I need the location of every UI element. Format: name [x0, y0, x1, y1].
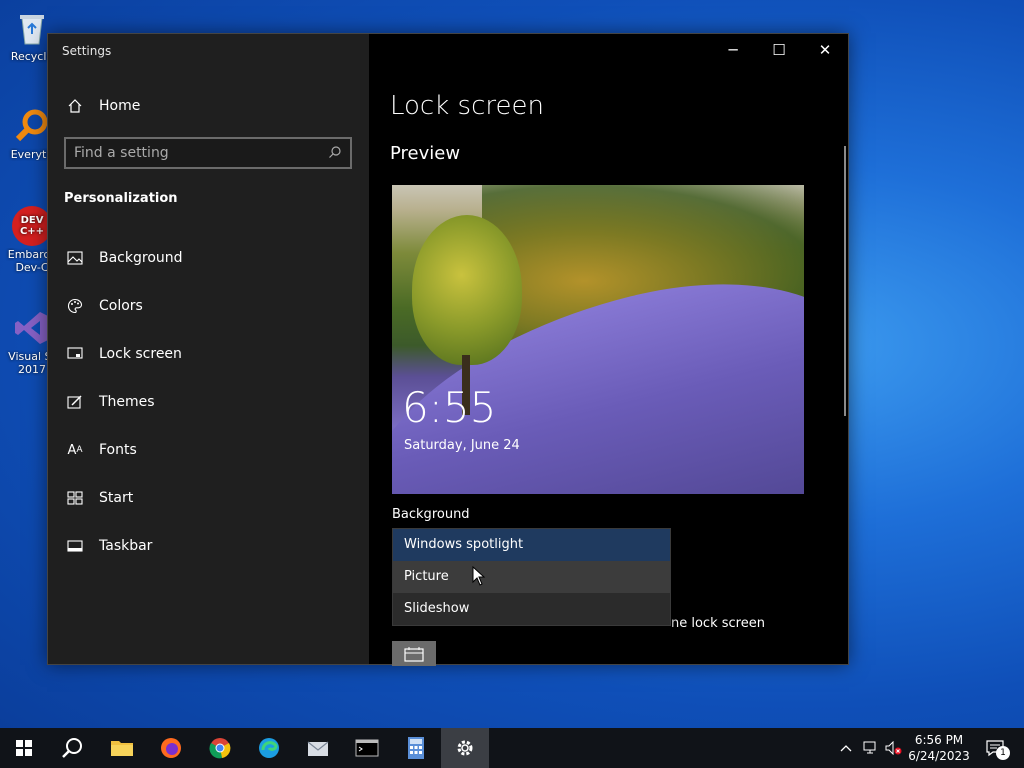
sidebar-item-colors[interactable]: Colors — [48, 286, 369, 326]
settings-content: ─ ☐ ✕ Lock screen Preview 6:55 Saturday,… — [369, 34, 848, 666]
find-setting-search[interactable] — [64, 137, 352, 169]
taskbar: 6:56 PM 6/24/2023 1 — [0, 728, 1024, 768]
firefox-icon — [161, 738, 181, 758]
close-button[interactable]: ✕ — [802, 34, 848, 66]
taskbar-search-button[interactable] — [48, 728, 96, 768]
clock-time: 6:56 PM — [914, 733, 964, 747]
mouse-cursor-icon — [472, 565, 486, 590]
network-tray-button[interactable] — [860, 728, 882, 768]
sidebar-item-label: Colors — [99, 298, 143, 314]
font-icon: AA — [67, 442, 83, 458]
calendar-icon — [404, 646, 424, 662]
dropdown-option-picture[interactable]: Picture — [393, 561, 670, 593]
background-label: Background — [392, 507, 470, 522]
brush-icon — [65, 392, 85, 412]
taskbar-edge[interactable] — [245, 728, 293, 768]
taskbar-terminal[interactable] — [343, 728, 391, 768]
search-icon[interactable] — [328, 144, 342, 163]
dropdown-option-windows-spotlight[interactable]: Windows spotlight — [393, 529, 670, 561]
preview-background-tree — [412, 215, 522, 365]
sidebar-item-start[interactable]: Start — [48, 478, 369, 518]
edge-icon — [259, 738, 279, 758]
sidebar-item-label: Themes — [99, 394, 155, 410]
taskbar-settings[interactable] — [441, 728, 489, 768]
taskbar-calculator[interactable] — [392, 728, 440, 768]
page-title: Lock screen — [390, 91, 544, 121]
mail-icon — [307, 741, 329, 756]
recycle-bin-icon — [12, 8, 52, 48]
devcpp-icon: DEV C++ — [12, 206, 52, 246]
sidebar-item-label: Background — [99, 250, 183, 266]
volume-muted-icon — [885, 741, 902, 755]
taskbar-icon — [65, 536, 85, 556]
chrome-icon — [209, 738, 231, 759]
partial-setting-text: ne lock screen — [671, 616, 765, 631]
monitor-icon — [65, 344, 85, 364]
search-input[interactable] — [74, 145, 328, 161]
picture-icon — [65, 248, 85, 268]
network-icon — [863, 741, 876, 754]
sidebar-item-label: Lock screen — [99, 346, 182, 362]
taskbar-clock[interactable]: 6:56 PM 6/24/2023 — [903, 732, 975, 764]
settings-window: Settings Home Personalization Background… — [47, 33, 849, 666]
everything-search-icon — [12, 106, 52, 146]
visual-studio-icon — [12, 308, 52, 348]
chevron-up-icon — [840, 745, 852, 752]
sidebar-item-label: Fonts — [99, 442, 137, 458]
preview-date: Saturday, June 24 — [404, 438, 520, 453]
nav-home[interactable]: Home — [48, 86, 369, 126]
file-explorer-icon — [111, 741, 133, 756]
sidebar-item-label: Taskbar — [99, 538, 153, 554]
sidebar-item-lock-screen[interactable]: Lock screen — [48, 334, 369, 374]
notification-center-button[interactable]: 1 — [978, 728, 1012, 768]
home-icon — [65, 96, 85, 116]
start-button[interactable] — [0, 728, 48, 768]
settings-icon — [457, 740, 473, 756]
sidebar-item-background[interactable]: Background — [48, 238, 369, 278]
notification-count-badge: 1 — [996, 746, 1010, 760]
sidebar-item-themes[interactable]: Themes — [48, 382, 369, 422]
nav-home-label: Home — [99, 98, 141, 114]
app-status-button[interactable] — [392, 641, 436, 666]
terminal-icon — [355, 739, 379, 757]
clock-date: 6/24/2023 — [908, 749, 970, 763]
taskbar-firefox[interactable] — [147, 728, 195, 768]
start-icon — [16, 740, 32, 756]
lock-screen-preview: 6:55 Saturday, June 24 — [392, 185, 804, 494]
settings-sidebar: Settings Home Personalization Background… — [48, 34, 369, 664]
taskbar-mail[interactable] — [294, 728, 342, 768]
background-dropdown-list[interactable]: Windows spotlight Picture Slideshow — [392, 528, 671, 626]
maximize-button[interactable]: ☐ — [756, 34, 802, 66]
section-heading-personalization: Personalization — [64, 191, 178, 206]
calculator-icon — [408, 737, 424, 759]
preview-heading: Preview — [390, 143, 461, 164]
dropdown-option-slideshow[interactable]: Slideshow — [393, 593, 670, 625]
volume-tray-button[interactable] — [884, 728, 904, 768]
content-scrollbar[interactable] — [844, 146, 846, 416]
minimize-button[interactable]: ─ — [710, 34, 756, 66]
show-hidden-icons-button[interactable] — [836, 728, 856, 768]
sidebar-item-fonts[interactable]: AA Fonts — [48, 430, 369, 470]
start-grid-icon — [65, 488, 85, 508]
sidebar-item-taskbar[interactable]: Taskbar — [48, 526, 369, 566]
search-icon — [62, 738, 82, 758]
sidebar-item-label: Start — [99, 490, 134, 506]
taskbar-chrome[interactable] — [196, 728, 244, 768]
window-title: Settings — [62, 44, 112, 58]
taskbar-file-explorer[interactable] — [98, 728, 146, 768]
preview-time: 6:55 — [402, 383, 497, 432]
palette-icon — [65, 296, 85, 316]
